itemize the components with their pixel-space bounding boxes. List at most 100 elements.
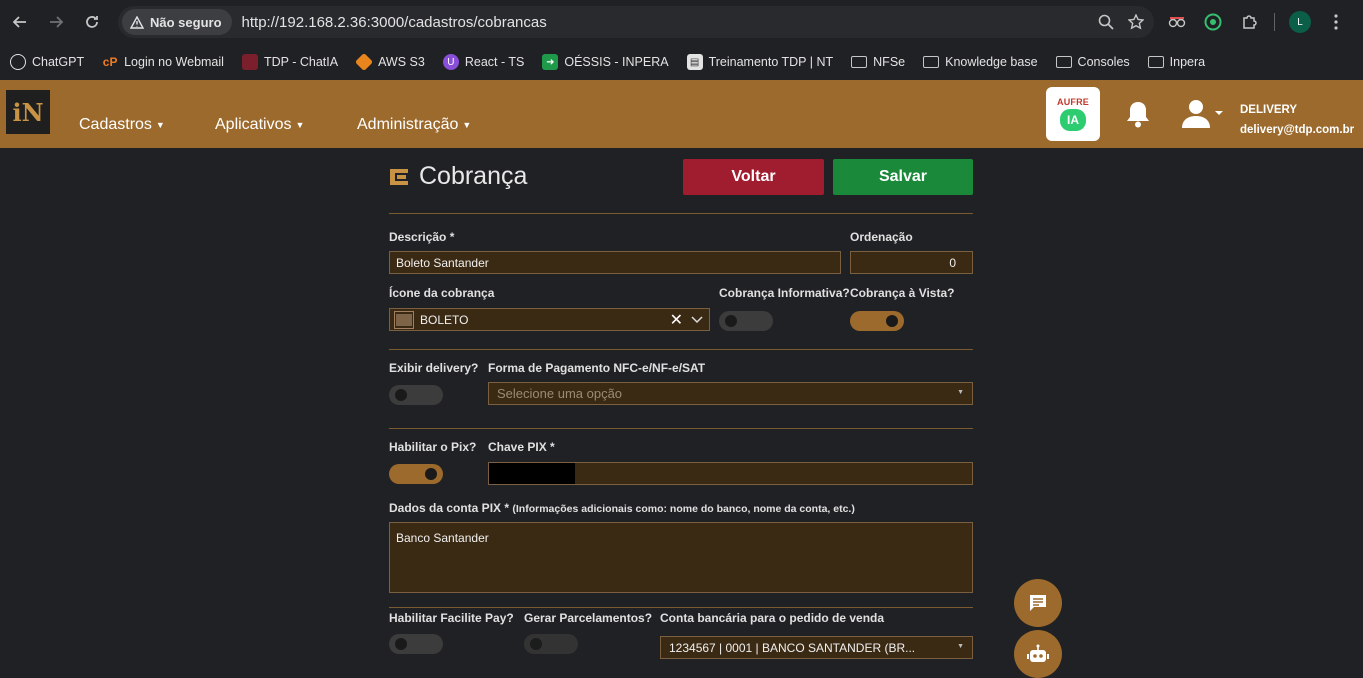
page-title: Cobrança xyxy=(389,162,527,191)
ordenacao-label: Ordenação xyxy=(850,230,913,244)
divider xyxy=(389,213,973,214)
browser-toolbar: Não seguro http://192.168.2.36:3000/cada… xyxy=(0,0,1363,44)
reload-icon[interactable] xyxy=(74,4,110,40)
menu-label: Aplicativos xyxy=(215,116,292,133)
forma-pagamento-placeholder: Selecione uma opção xyxy=(497,386,623,401)
bookmark-star-icon[interactable] xyxy=(1128,14,1144,30)
training-icon: ▤ xyxy=(686,54,703,70)
bookmark-consoles[interactable]: Consoles xyxy=(1055,55,1130,69)
folder-icon xyxy=(1147,56,1164,68)
caret-down-icon: ▼ xyxy=(957,643,964,650)
bookmark-label: Treinamento TDP | NT xyxy=(708,55,834,69)
app-logo[interactable]: iN xyxy=(6,90,50,134)
dados-pix-label-text: Dados da conta PIX * xyxy=(389,501,510,515)
bookmark-react-ts[interactable]: U React - TS xyxy=(442,54,524,70)
caret-down-icon: ▼ xyxy=(957,389,964,396)
chevron-down-icon[interactable] xyxy=(691,316,703,324)
forma-pagamento-label: Forma de Pagamento NFC-e/NF-e/SAT xyxy=(488,361,706,375)
facilite-toggle[interactable] xyxy=(389,634,443,654)
icone-value: BOLETO xyxy=(420,312,469,327)
notification-bell-icon[interactable] xyxy=(1125,100,1151,128)
profile-avatar[interactable]: L xyxy=(1289,11,1311,33)
bookmark-inpera[interactable]: Inpera xyxy=(1147,55,1206,69)
vista-toggle[interactable] xyxy=(850,311,904,331)
dados-pix-textarea[interactable]: Banco Santander xyxy=(389,522,973,593)
forma-pagamento-select[interactable]: Selecione uma opção ▼ xyxy=(488,382,973,405)
divider xyxy=(389,607,973,608)
divider xyxy=(389,349,973,350)
aufre-ia-badge: IA xyxy=(1060,109,1086,131)
pix-toggle[interactable] xyxy=(389,464,443,484)
zoom-icon[interactable] xyxy=(1098,14,1114,30)
chat-fab[interactable] xyxy=(1014,579,1062,627)
bookmark-nfse[interactable]: NFSe xyxy=(851,55,905,69)
url-text[interactable]: http://192.168.2.36:3000/cadastros/cobra… xyxy=(242,14,547,31)
conta-bancaria-label: Conta bancária para o pedido de venda xyxy=(660,611,885,625)
robot-icon xyxy=(1027,644,1049,662)
user-avatar-icon[interactable] xyxy=(1180,98,1224,130)
bookmark-label: NFSe xyxy=(873,55,906,69)
folder-icon xyxy=(851,56,868,68)
menu-label: Administração xyxy=(357,116,459,133)
chave-pix-input[interactable] xyxy=(488,462,973,485)
conta-bancaria-value: 1234567 | 0001 | BANCO SANTANDER (BR... xyxy=(669,640,916,655)
oessis-icon: ➜ xyxy=(542,54,559,70)
back-arrow-icon[interactable] xyxy=(2,4,38,40)
bookmark-label: Inpera xyxy=(1169,55,1206,69)
exibir-delivery-toggle[interactable] xyxy=(389,385,443,405)
parcelamentos-label: Gerar Parcelamentos? xyxy=(524,611,653,625)
page-title-text: Cobrança xyxy=(419,162,528,190)
address-bar[interactable]: Não seguro http://192.168.2.36:3000/cada… xyxy=(118,6,1154,38)
chrome-menu-icon[interactable] xyxy=(1325,11,1347,33)
bookmark-webmail[interactable]: cP Login no Webmail xyxy=(102,54,224,70)
toolbar-divider xyxy=(1274,13,1275,31)
extension-spy-icon[interactable] xyxy=(1166,11,1188,33)
bookmark-label: Knowledge base xyxy=(945,55,1038,69)
menu-aplicativos[interactable]: Aplicativos ▼ xyxy=(215,116,304,134)
bookmark-treinamento[interactable]: ▤ Treinamento TDP | NT xyxy=(686,54,834,70)
icone-select[interactable]: BOLETO ✕ xyxy=(389,308,710,331)
pix-label: Habilitar o Pix? xyxy=(389,440,477,454)
dados-pix-hint: (Informações adicionais como: nome do ba… xyxy=(512,503,855,515)
user-info: DELIVERY delivery@tdp.com.br xyxy=(1240,100,1354,140)
barcode-icon xyxy=(394,310,414,329)
chat-icon xyxy=(1030,595,1046,611)
parcelamentos-toggle[interactable] xyxy=(524,634,578,654)
clear-icon[interactable]: ✕ xyxy=(670,310,683,330)
descricao-input[interactable]: Boleto Santander xyxy=(389,251,841,274)
security-chip[interactable]: Não seguro xyxy=(122,9,232,35)
menu-cadastros[interactable]: Cadastros ▼ xyxy=(79,116,165,134)
informativa-toggle[interactable] xyxy=(719,311,773,331)
forward-arrow-icon[interactable] xyxy=(38,4,74,40)
extensions-puzzle-icon[interactable] xyxy=(1238,11,1260,33)
bookmarks-bar: ChatGPT cP Login no Webmail TDP - ChatIA… xyxy=(0,44,1363,80)
conta-bancaria-select[interactable]: 1234567 | 0001 | BANCO SANTANDER (BR... … xyxy=(660,636,973,659)
folder-icon xyxy=(1055,56,1072,68)
bookmark-label: AWS S3 xyxy=(378,55,425,69)
menu-label: Cadastros xyxy=(79,116,152,133)
dados-pix-label: Dados da conta PIX * (Informações adicio… xyxy=(389,501,855,515)
caret-down-icon: ▼ xyxy=(155,120,165,130)
bot-fab[interactable] xyxy=(1014,630,1062,678)
bookmark-oessis[interactable]: ➜ OÉSSIS - INPERA xyxy=(542,54,669,70)
exibir-delivery-label: Exibir delivery? xyxy=(389,361,479,375)
save-button[interactable]: Salvar xyxy=(833,159,973,195)
webmail-icon: cP xyxy=(102,55,118,69)
extension-target-icon[interactable] xyxy=(1202,11,1224,33)
bookmark-knowledge-base[interactable]: Knowledge base xyxy=(923,55,1038,69)
cobranca-title-icon xyxy=(390,168,408,185)
bookmark-label: Login no Webmail xyxy=(124,55,224,69)
ordenacao-input[interactable]: 0 xyxy=(850,251,973,274)
menu-administracao[interactable]: Administração ▼ xyxy=(357,116,471,134)
react-icon: U xyxy=(442,54,459,70)
bookmark-tdp-chatia[interactable]: TDP - ChatIA xyxy=(241,54,339,70)
redacted-block xyxy=(489,463,575,484)
informativa-label: Cobrança Informativa? xyxy=(719,286,850,300)
bookmark-aws-s3[interactable]: AWS S3 xyxy=(355,52,425,72)
app-header: iN Cadastros ▼ Aplicativos ▼ Administraç… xyxy=(0,80,1363,148)
bookmark-label: ChatGPT xyxy=(32,55,85,69)
bookmark-label: TDP - ChatIA xyxy=(263,55,339,69)
aufre-ia-button[interactable]: AUFRE IA xyxy=(1046,87,1100,141)
bookmark-chatgpt[interactable]: ChatGPT xyxy=(10,54,84,70)
back-button[interactable]: Voltar xyxy=(683,159,824,195)
